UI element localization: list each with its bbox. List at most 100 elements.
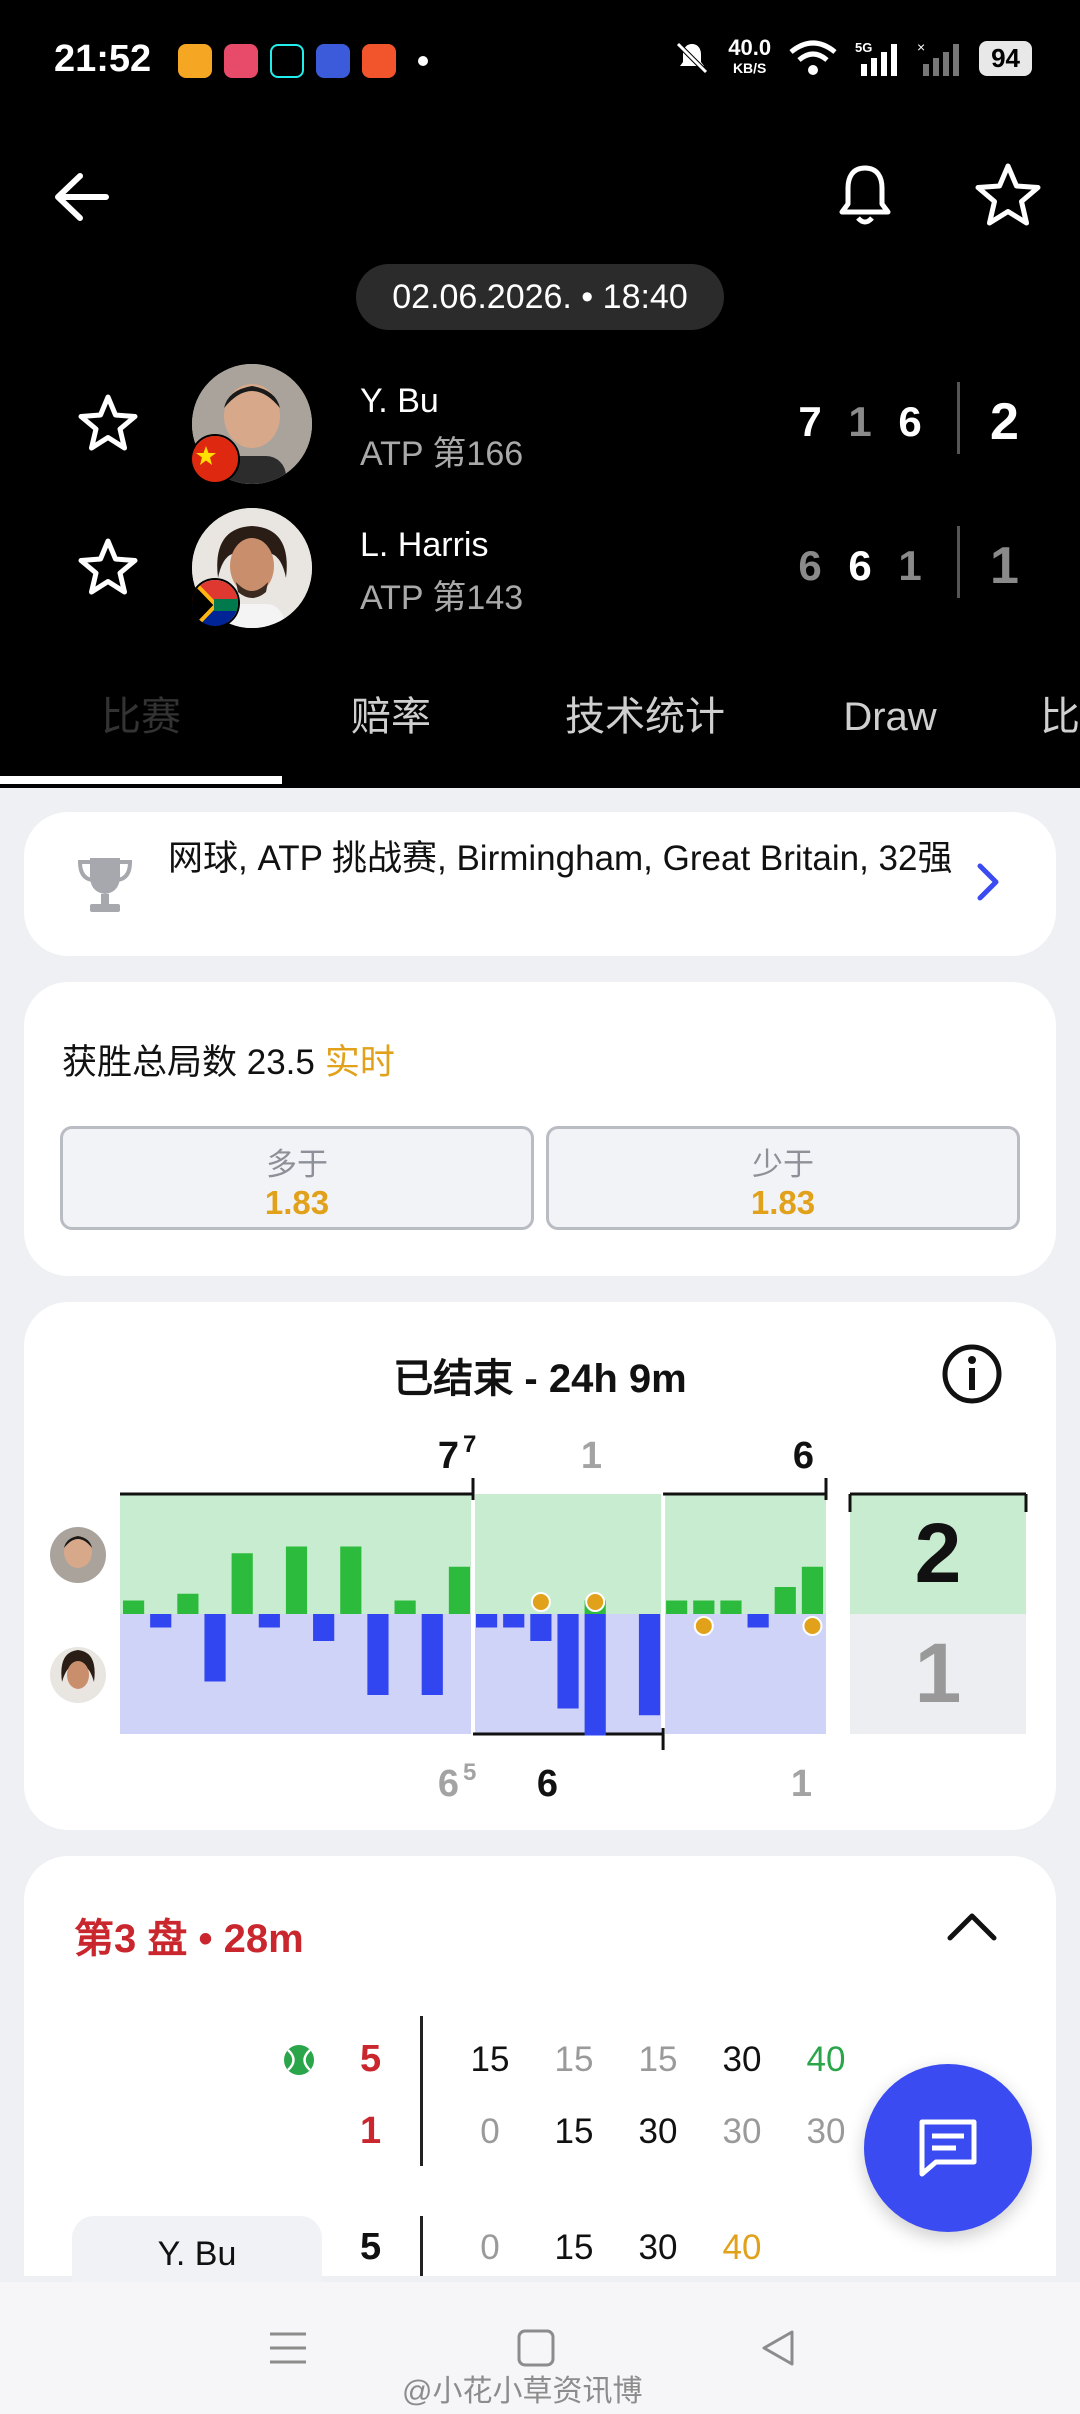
momentum-bar-player1	[693, 1600, 715, 1614]
tab-bar: 比赛 赔率 技术统计 Draw 比	[0, 662, 1080, 772]
active-tab-indicator	[0, 776, 282, 784]
momentum-chart: 7 76 51661 2 1	[50, 1431, 1028, 1805]
player-game-score: 5	[360, 2226, 382, 2268]
player-chip: Y. Bu	[72, 2216, 322, 2292]
home-icon[interactable]	[516, 2328, 556, 2368]
break-point-marker	[802, 1616, 823, 1636]
trophy-icon	[77, 858, 133, 912]
back-nav-icon[interactable]	[758, 2328, 798, 2368]
mute-icon	[676, 42, 709, 74]
point: 30	[638, 2112, 678, 2151]
chat-icon	[919, 2119, 977, 2177]
momentum-bar-player2	[503, 1614, 525, 1628]
point: 15	[554, 2040, 594, 2079]
momentum-bar-player1	[448, 1566, 471, 1614]
set-score: 6	[798, 542, 822, 589]
chat-fab-button[interactable]	[864, 2064, 1032, 2232]
tab-match[interactable]: 比赛	[0, 662, 282, 772]
point: 30	[722, 2112, 762, 2151]
momentum-bar-player2	[204, 1614, 226, 1682]
score-divider	[957, 526, 960, 598]
favorite-player-star-icon[interactable]	[76, 392, 140, 456]
point: 0	[480, 2228, 500, 2267]
momentum-bar-player2	[150, 1614, 172, 1628]
player-rank: ATP 第166	[360, 435, 524, 473]
player-row-2[interactable]: L. Harris ATP 第143 6 6 1 1	[0, 496, 1080, 628]
point: 15	[470, 2040, 510, 2079]
sets-won: 2	[990, 393, 1019, 451]
set-label-top: 7	[438, 1435, 459, 1477]
point: 30	[638, 2228, 678, 2267]
break-point-marker	[530, 1592, 551, 1612]
momentum-bar-player2	[584, 1614, 606, 1736]
point-row-player: 0 15 30 40	[448, 2228, 784, 2268]
momentum-bar-player2	[557, 1614, 579, 1709]
chevron-up-icon[interactable]	[942, 1906, 1002, 1946]
back-arrow-icon[interactable]	[48, 162, 118, 232]
set-label-bottom: 6	[438, 1763, 459, 1805]
momentum-bar-player1	[285, 1546, 308, 1614]
set-title: 第3 盘 • 28m	[74, 1917, 304, 1961]
app-icon	[224, 44, 258, 78]
china-flag	[190, 434, 240, 484]
tab-statistics[interactable]: 技术统计	[500, 662, 790, 772]
set-score: 7	[798, 398, 822, 445]
tab-draw[interactable]: Draw	[790, 662, 990, 772]
tournament-card[interactable]: 网球, ATP 挑战赛, Birmingham, Great Britain, …	[24, 812, 1056, 956]
under-value: 1.83	[750, 1184, 816, 1221]
set-scores: 6 6 1	[796, 542, 924, 590]
more-notifications-dot	[418, 56, 428, 66]
momentum-bar-player1	[122, 1600, 145, 1614]
player2-mini-avatar	[50, 1647, 106, 1703]
momentum-bar-player1	[394, 1600, 416, 1614]
chevron-right-icon[interactable]	[968, 860, 1008, 904]
tennis-ball-serve-icon	[284, 2045, 314, 2075]
momentum-bar-player2	[638, 1614, 661, 1716]
tournament-label: 网球, ATP 挑战赛, Birmingham, Great Britain, …	[168, 839, 953, 878]
player1-mini-avatar	[50, 1527, 106, 1583]
over-odds-button[interactable]: 多于 1.83	[60, 1126, 534, 1230]
break-point-marker	[585, 1592, 606, 1612]
momentum-bar-player1	[720, 1600, 742, 1614]
point: 0	[480, 2112, 500, 2151]
battery-indicator: 94	[979, 40, 1032, 76]
tab-more[interactable]: 比	[990, 662, 1080, 772]
momentum-bar-player2	[258, 1614, 280, 1628]
set-score: 6	[898, 398, 922, 445]
momentum-bar-player1	[340, 1546, 362, 1614]
favorite-star-icon[interactable]	[972, 160, 1044, 232]
tiebreak-label-top: 7	[463, 1431, 476, 1458]
set-label-bottom: 1	[791, 1763, 812, 1805]
score-divider	[420, 2216, 423, 2276]
player-name: Y. Bu	[360, 382, 439, 420]
match-datetime: 02.06.2026. • 18:40	[356, 264, 724, 330]
set-scores: 7 1 6	[796, 398, 924, 446]
momentum-bar-player1	[177, 1593, 199, 1614]
menu-icon[interactable]	[268, 2328, 308, 2368]
set-label-top: 6	[793, 1435, 814, 1477]
under-label: 少于	[752, 1147, 814, 1182]
favorite-player-star-icon[interactable]	[76, 536, 140, 600]
watermark: @小花小草资讯博	[402, 2375, 643, 2408]
point: 40	[722, 2228, 762, 2267]
tiktok-icon	[270, 44, 304, 78]
weibo-icon	[178, 44, 212, 78]
momentum-bar-player2	[367, 1614, 389, 1695]
score-divider	[957, 382, 960, 454]
momentum-bar-player2	[475, 1614, 498, 1628]
notification-icons	[178, 44, 428, 78]
wifi-icon	[789, 40, 837, 75]
signal-5g-icon: 5G	[855, 40, 898, 76]
tieba-icon	[316, 44, 350, 78]
bell-icon[interactable]	[830, 160, 900, 230]
momentum-bar-player2	[530, 1614, 552, 1641]
south-africa-flag	[190, 578, 240, 628]
status-bar: 21:52 40.0 KB/S 5G × 94	[0, 0, 1080, 122]
pinduoduo-icon	[362, 44, 396, 78]
network-speed: 40.0 KB/S	[728, 35, 772, 77]
player-row-1[interactable]: Y. Bu ATP 第166 7 1 6 2	[0, 352, 1080, 484]
tab-odds[interactable]: 赔率	[282, 662, 500, 772]
momentum-bar-player2	[747, 1614, 769, 1628]
under-odds-button[interactable]: 少于 1.83	[546, 1126, 1020, 1230]
clock: 21:52	[54, 38, 152, 80]
